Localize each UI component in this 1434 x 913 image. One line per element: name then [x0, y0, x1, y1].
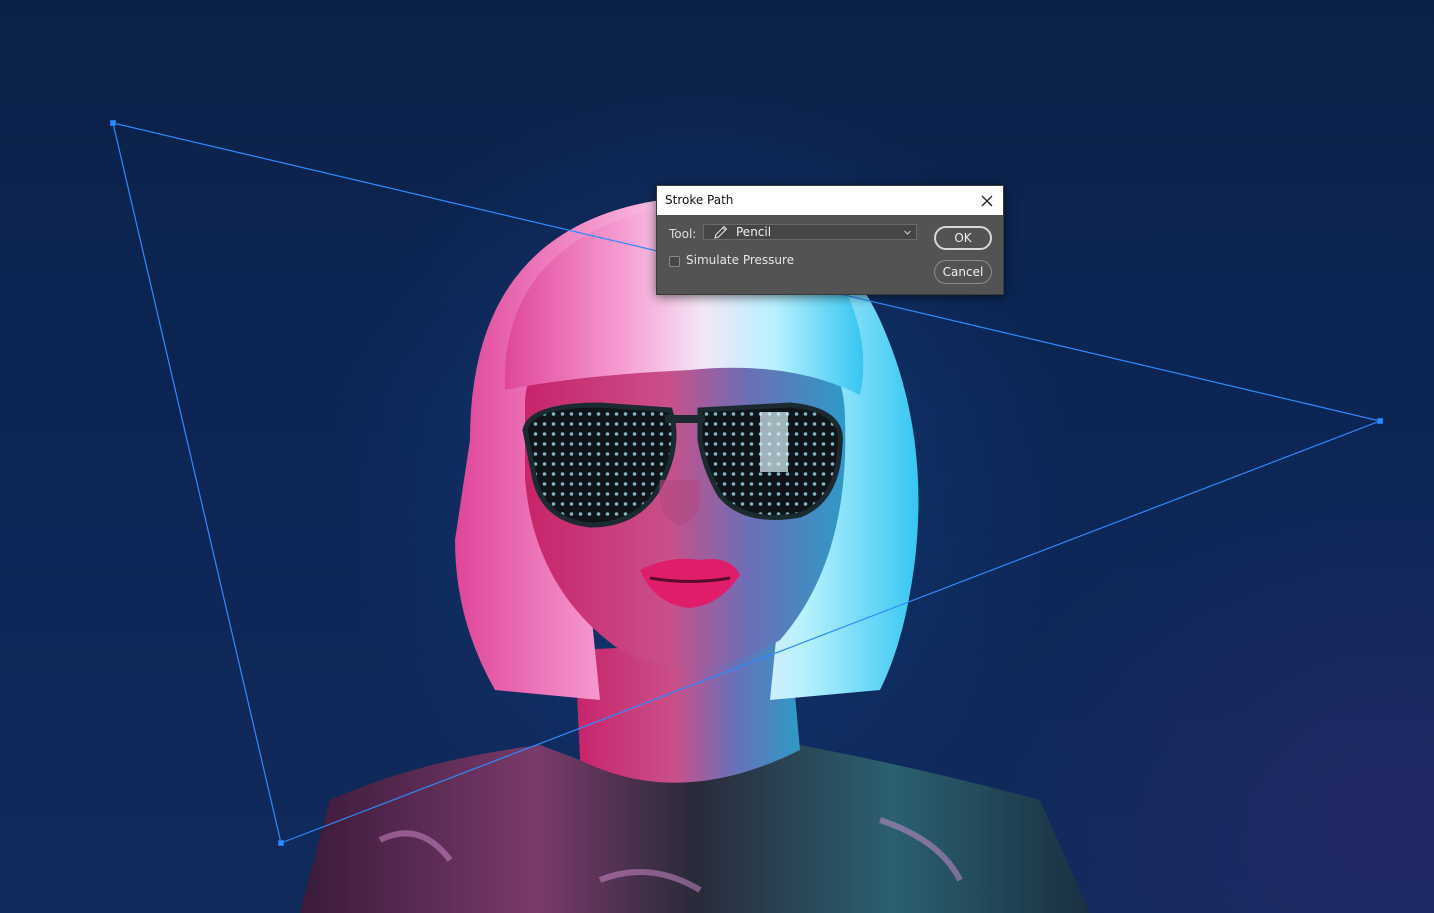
tool-select-value: Pencil: [736, 225, 772, 239]
cancel-button[interactable]: Cancel: [934, 260, 992, 284]
pencil-icon: [714, 225, 728, 239]
path-anchor-point[interactable]: [110, 120, 116, 126]
portrait-photo: [300, 199, 1090, 913]
dialog-title: Stroke Path: [665, 193, 734, 207]
close-button[interactable]: [977, 191, 997, 211]
simulate-pressure-checkbox[interactable]: [669, 256, 680, 267]
tool-label: Tool:: [669, 227, 697, 241]
simulate-pressure-label[interactable]: Simulate Pressure: [686, 253, 794, 267]
chevron-down-icon: [904, 230, 911, 235]
close-icon: [981, 195, 993, 207]
tool-select[interactable]: Pencil: [703, 224, 917, 240]
dialog-titlebar[interactable]: Stroke Path: [657, 186, 1003, 215]
path-anchor-point[interactable]: [1377, 418, 1383, 424]
dialog-body: Tool: Pencil Simulate Pressure OK Cancel: [657, 215, 1003, 295]
ok-button[interactable]: OK: [934, 226, 992, 250]
photo-canvas[interactable]: [0, 0, 1434, 913]
path-anchor-point[interactable]: [278, 840, 284, 846]
stroke-path-dialog: Stroke Path Tool: Pencil Simulate Pressu…: [656, 185, 1004, 295]
